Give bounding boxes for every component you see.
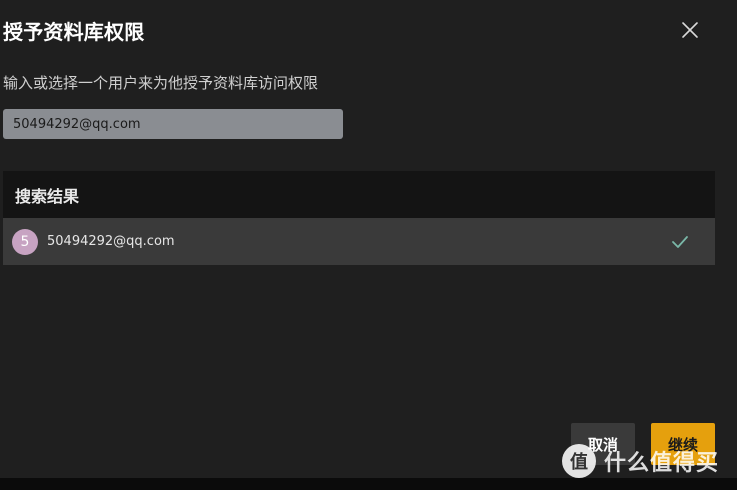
grant-library-access-dialog: 授予资料库权限 输入或选择一个用户来为他授予资料库访问权限 搜索结果 5 504… (0, 0, 737, 478)
close-icon (682, 22, 698, 38)
watermark: 值 什么值得买 (562, 444, 719, 478)
avatar: 5 (12, 228, 38, 255)
instruction-text: 输入或选择一个用户来为他授予资料库访问权限 (3, 74, 319, 92)
result-email: 50494292@qq.com (47, 234, 175, 249)
user-search-input[interactable] (3, 109, 343, 139)
watermark-text: 什么值得买 (604, 451, 720, 476)
bottom-edge-bar (0, 478, 737, 490)
close-button[interactable] (677, 17, 703, 43)
search-results-panel: 搜索结果 5 50494292@qq.com (3, 171, 715, 266)
search-result-row[interactable]: 5 50494292@qq.com (3, 218, 715, 265)
dialog-title: 授予资料库权限 (3, 20, 145, 44)
selected-check (669, 231, 691, 253)
check-icon (672, 235, 688, 248)
watermark-logo: 值 (562, 444, 596, 478)
search-results-header: 搜索结果 (3, 171, 715, 218)
